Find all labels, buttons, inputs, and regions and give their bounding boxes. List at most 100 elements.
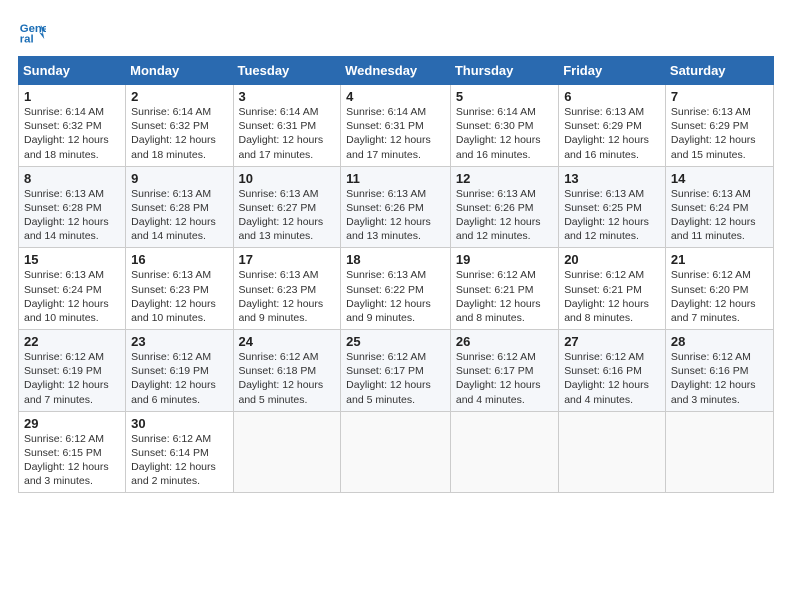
day-number: 13 [564,171,660,186]
day-number: 1 [24,89,120,104]
calendar-cell: 15Sunrise: 6:13 AM Sunset: 6:24 PM Dayli… [19,248,126,330]
header-row: Sunday Monday Tuesday Wednesday Thursday… [19,57,774,85]
day-info: Sunrise: 6:14 AM Sunset: 6:32 PM Dayligh… [24,105,120,162]
calendar-cell: 2Sunrise: 6:14 AM Sunset: 6:32 PM Daylig… [126,85,233,167]
day-number: 4 [346,89,445,104]
calendar-cell: 24Sunrise: 6:12 AM Sunset: 6:18 PM Dayli… [233,330,341,412]
day-number: 22 [24,334,120,349]
day-info: Sunrise: 6:14 AM Sunset: 6:31 PM Dayligh… [239,105,336,162]
calendar-cell: 18Sunrise: 6:13 AM Sunset: 6:22 PM Dayli… [341,248,451,330]
calendar-cell: 22Sunrise: 6:12 AM Sunset: 6:19 PM Dayli… [19,330,126,412]
calendar-cell: 23Sunrise: 6:12 AM Sunset: 6:19 PM Dayli… [126,330,233,412]
day-info: Sunrise: 6:13 AM Sunset: 6:24 PM Dayligh… [24,268,120,325]
day-info: Sunrise: 6:13 AM Sunset: 6:26 PM Dayligh… [456,187,553,244]
day-number: 17 [239,252,336,267]
calendar-row: 1Sunrise: 6:14 AM Sunset: 6:32 PM Daylig… [19,85,774,167]
calendar-cell: 7Sunrise: 6:13 AM Sunset: 6:29 PM Daylig… [665,85,773,167]
day-info: Sunrise: 6:12 AM Sunset: 6:17 PM Dayligh… [456,350,553,407]
calendar-cell: 14Sunrise: 6:13 AM Sunset: 6:24 PM Dayli… [665,166,773,248]
calendar-cell: 13Sunrise: 6:13 AM Sunset: 6:25 PM Dayli… [559,166,666,248]
calendar-cell [450,411,558,493]
calendar-cell: 16Sunrise: 6:13 AM Sunset: 6:23 PM Dayli… [126,248,233,330]
day-info: Sunrise: 6:13 AM Sunset: 6:23 PM Dayligh… [239,268,336,325]
day-number: 14 [671,171,768,186]
calendar-cell [559,411,666,493]
day-info: Sunrise: 6:12 AM Sunset: 6:21 PM Dayligh… [456,268,553,325]
day-info: Sunrise: 6:13 AM Sunset: 6:27 PM Dayligh… [239,187,336,244]
logo: Gene ral [18,18,50,46]
day-number: 12 [456,171,553,186]
day-number: 3 [239,89,336,104]
calendar-cell: 29Sunrise: 6:12 AM Sunset: 6:15 PM Dayli… [19,411,126,493]
calendar-cell: 12Sunrise: 6:13 AM Sunset: 6:26 PM Dayli… [450,166,558,248]
svg-text:ral: ral [20,34,34,46]
calendar-row: 22Sunrise: 6:12 AM Sunset: 6:19 PM Dayli… [19,330,774,412]
day-number: 24 [239,334,336,349]
calendar-cell: 17Sunrise: 6:13 AM Sunset: 6:23 PM Dayli… [233,248,341,330]
day-number: 16 [131,252,227,267]
day-info: Sunrise: 6:12 AM Sunset: 6:19 PM Dayligh… [131,350,227,407]
day-info: Sunrise: 6:13 AM Sunset: 6:28 PM Dayligh… [131,187,227,244]
day-number: 21 [671,252,768,267]
day-number: 30 [131,416,227,431]
day-info: Sunrise: 6:13 AM Sunset: 6:23 PM Dayligh… [131,268,227,325]
calendar-cell: 3Sunrise: 6:14 AM Sunset: 6:31 PM Daylig… [233,85,341,167]
day-info: Sunrise: 6:12 AM Sunset: 6:16 PM Dayligh… [564,350,660,407]
day-info: Sunrise: 6:14 AM Sunset: 6:31 PM Dayligh… [346,105,445,162]
calendar-cell [341,411,451,493]
col-friday: Friday [559,57,666,85]
day-info: Sunrise: 6:12 AM Sunset: 6:17 PM Dayligh… [346,350,445,407]
calendar-table: Sunday Monday Tuesday Wednesday Thursday… [18,56,774,493]
day-info: Sunrise: 6:12 AM Sunset: 6:19 PM Dayligh… [24,350,120,407]
day-number: 26 [456,334,553,349]
day-info: Sunrise: 6:13 AM Sunset: 6:22 PM Dayligh… [346,268,445,325]
day-number: 9 [131,171,227,186]
logo-icon: Gene ral [18,18,46,46]
day-info: Sunrise: 6:12 AM Sunset: 6:14 PM Dayligh… [131,432,227,489]
day-number: 25 [346,334,445,349]
calendar-cell: 1Sunrise: 6:14 AM Sunset: 6:32 PM Daylig… [19,85,126,167]
day-info: Sunrise: 6:12 AM Sunset: 6:18 PM Dayligh… [239,350,336,407]
col-saturday: Saturday [665,57,773,85]
calendar-cell: 21Sunrise: 6:12 AM Sunset: 6:20 PM Dayli… [665,248,773,330]
calendar-cell: 4Sunrise: 6:14 AM Sunset: 6:31 PM Daylig… [341,85,451,167]
calendar-cell: 10Sunrise: 6:13 AM Sunset: 6:27 PM Dayli… [233,166,341,248]
day-number: 27 [564,334,660,349]
col-wednesday: Wednesday [341,57,451,85]
day-number: 8 [24,171,120,186]
calendar-row: 15Sunrise: 6:13 AM Sunset: 6:24 PM Dayli… [19,248,774,330]
day-number: 20 [564,252,660,267]
col-sunday: Sunday [19,57,126,85]
calendar-cell: 9Sunrise: 6:13 AM Sunset: 6:28 PM Daylig… [126,166,233,248]
calendar-cell: 30Sunrise: 6:12 AM Sunset: 6:14 PM Dayli… [126,411,233,493]
day-number: 15 [24,252,120,267]
day-info: Sunrise: 6:13 AM Sunset: 6:28 PM Dayligh… [24,187,120,244]
calendar-row: 8Sunrise: 6:13 AM Sunset: 6:28 PM Daylig… [19,166,774,248]
day-number: 18 [346,252,445,267]
calendar-cell: 20Sunrise: 6:12 AM Sunset: 6:21 PM Dayli… [559,248,666,330]
day-number: 6 [564,89,660,104]
calendar-cell: 26Sunrise: 6:12 AM Sunset: 6:17 PM Dayli… [450,330,558,412]
calendar-cell [233,411,341,493]
day-info: Sunrise: 6:12 AM Sunset: 6:20 PM Dayligh… [671,268,768,325]
day-info: Sunrise: 6:12 AM Sunset: 6:16 PM Dayligh… [671,350,768,407]
day-number: 28 [671,334,768,349]
day-info: Sunrise: 6:13 AM Sunset: 6:29 PM Dayligh… [671,105,768,162]
day-info: Sunrise: 6:13 AM Sunset: 6:26 PM Dayligh… [346,187,445,244]
col-monday: Monday [126,57,233,85]
day-number: 7 [671,89,768,104]
day-number: 23 [131,334,227,349]
calendar-cell: 19Sunrise: 6:12 AM Sunset: 6:21 PM Dayli… [450,248,558,330]
col-thursday: Thursday [450,57,558,85]
day-info: Sunrise: 6:13 AM Sunset: 6:25 PM Dayligh… [564,187,660,244]
day-number: 19 [456,252,553,267]
day-info: Sunrise: 6:14 AM Sunset: 6:30 PM Dayligh… [456,105,553,162]
calendar-cell: 11Sunrise: 6:13 AM Sunset: 6:26 PM Dayli… [341,166,451,248]
calendar-cell: 27Sunrise: 6:12 AM Sunset: 6:16 PM Dayli… [559,330,666,412]
day-number: 5 [456,89,553,104]
day-info: Sunrise: 6:12 AM Sunset: 6:21 PM Dayligh… [564,268,660,325]
col-tuesday: Tuesday [233,57,341,85]
day-info: Sunrise: 6:14 AM Sunset: 6:32 PM Dayligh… [131,105,227,162]
day-number: 2 [131,89,227,104]
page-header: Gene ral [18,18,774,46]
